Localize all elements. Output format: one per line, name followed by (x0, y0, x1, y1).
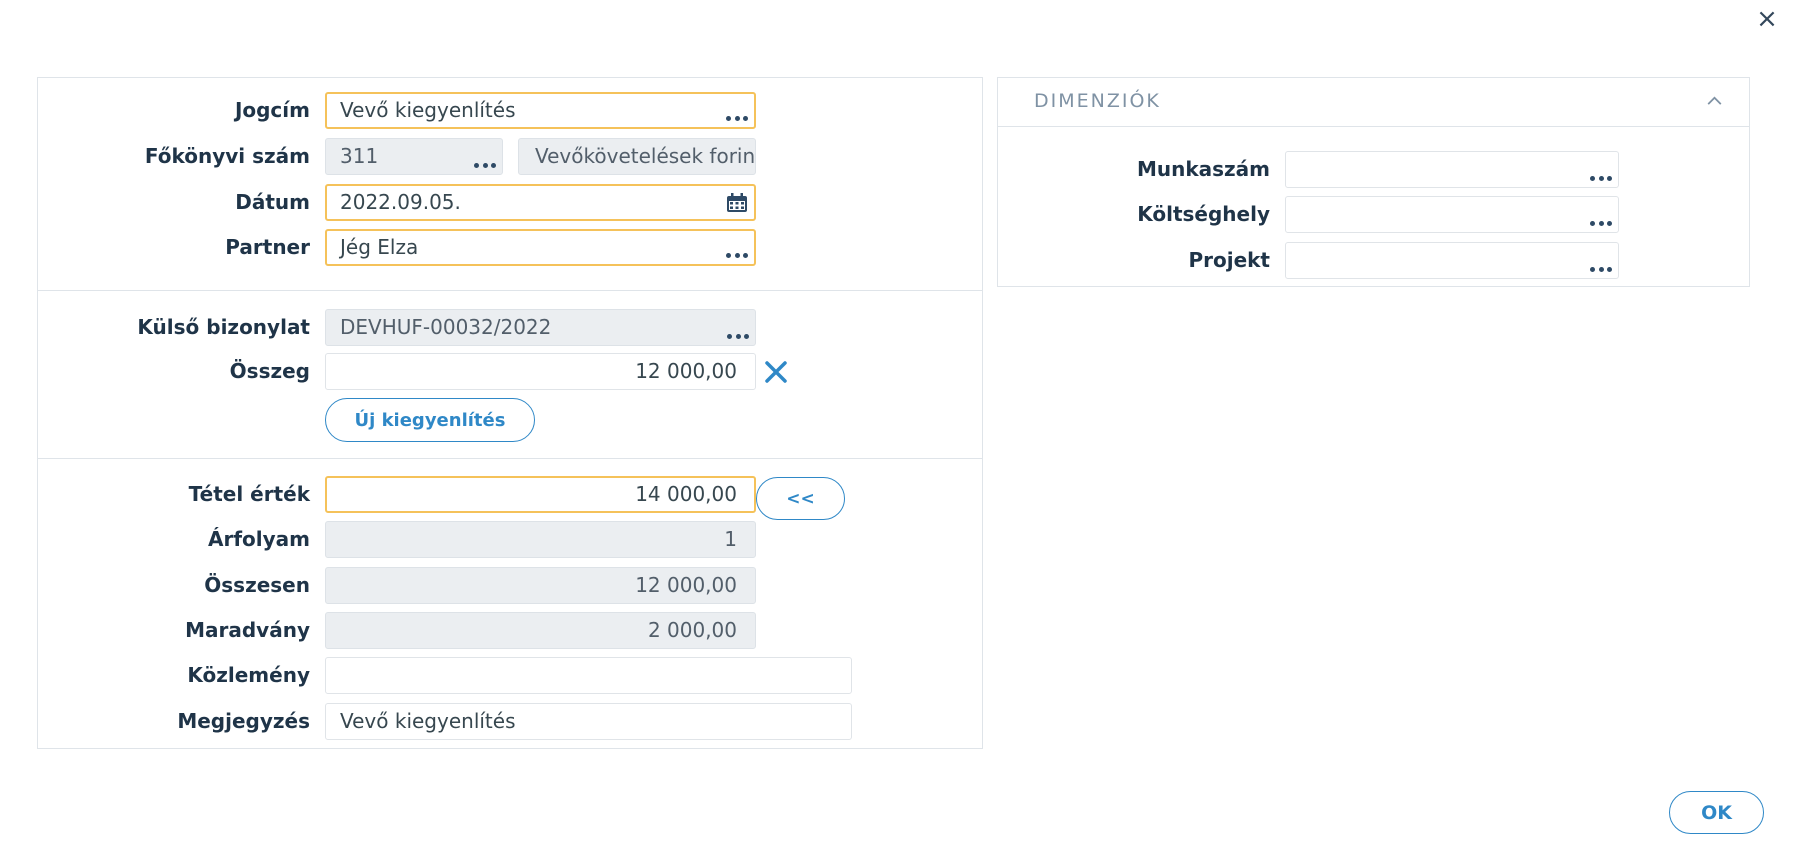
osszesen-value: 12 000,00 (635, 573, 737, 597)
kulso-label: Külső bizonylat (137, 315, 310, 339)
megjegyzes-field[interactable]: Vevő kiegyenlítés (325, 703, 852, 740)
jogcim-label: Jogcím (234, 98, 310, 122)
more-icon[interactable] (727, 333, 749, 339)
more-icon[interactable] (1590, 220, 1612, 226)
chevron-up-icon[interactable] (1707, 96, 1722, 105)
datum-label: Dátum (235, 190, 310, 214)
tetel-field[interactable]: 14 000,00 (325, 476, 756, 513)
close-icon[interactable]: × (1754, 4, 1780, 34)
megjegyzes-value: Vevő kiegyenlítés (340, 709, 516, 733)
osszesen-label: Összesen (204, 573, 310, 597)
section-divider (38, 458, 982, 459)
fokonyvi-field[interactable]: 311 (325, 138, 503, 175)
jogcim-field[interactable]: Vevő kiegyenlítés (325, 92, 756, 129)
projekt-label: Projekt (1188, 248, 1270, 272)
fokonyvi-label: Főkönyvi szám (144, 144, 310, 168)
kozlemeny-field[interactable] (325, 657, 852, 694)
partner-field[interactable]: Jég Elza (325, 229, 756, 266)
kozlemeny-label: Közlemény (187, 663, 310, 687)
koltseghely-field[interactable] (1285, 196, 1619, 233)
jogcim-value: Vevő kiegyenlítés (340, 98, 516, 122)
ok-button[interactable]: OK (1669, 791, 1764, 834)
fokonyvi-name-value: Vevőkövetelések forin (535, 144, 756, 168)
clear-icon[interactable] (764, 360, 788, 384)
more-icon[interactable] (726, 252, 748, 258)
datum-field[interactable]: 2022.09.05. (325, 184, 756, 221)
more-icon[interactable] (1590, 175, 1612, 181)
fokonyvi-value: 311 (340, 144, 379, 168)
section-divider (38, 290, 982, 291)
arfolyam-label: Árfolyam (207, 527, 310, 551)
fokonyvi-name-field: Vevőkövetelések forin (518, 138, 756, 175)
dimensions-header-divider (998, 126, 1749, 127)
partner-value: Jég Elza (340, 235, 419, 259)
koltseghely-label: Költséghely (1137, 202, 1270, 226)
osszeg-field[interactable]: 12 000,00 (325, 353, 756, 390)
more-icon[interactable] (726, 115, 748, 121)
calendar-icon[interactable] (726, 193, 748, 213)
more-icon[interactable] (1590, 266, 1612, 272)
tetel-value: 14 000,00 (635, 482, 737, 506)
new-settlement-button[interactable]: Új kiegyenlítés (325, 398, 535, 442)
kulso-field[interactable]: DEVHUF-00032/2022 (325, 309, 756, 346)
maradvany-field: 2 000,00 (325, 612, 756, 649)
partner-label: Partner (225, 235, 310, 259)
arfolyam-field: 1 (325, 521, 756, 558)
more-icon[interactable] (474, 162, 496, 168)
tetel-label: Tétel érték (188, 482, 310, 506)
osszesen-field: 12 000,00 (325, 567, 756, 604)
maradvany-value: 2 000,00 (647, 618, 737, 642)
osszeg-label: Összeg (229, 359, 310, 383)
arfolyam-value: 1 (724, 527, 737, 551)
maradvany-label: Maradvány (185, 618, 310, 642)
osszeg-value: 12 000,00 (635, 359, 737, 383)
datum-value: 2022.09.05. (340, 190, 461, 214)
copy-value-button[interactable]: << (756, 477, 845, 520)
projekt-field[interactable] (1285, 242, 1619, 279)
megjegyzes-label: Megjegyzés (177, 709, 310, 733)
munkaszam-label: Munkaszám (1136, 157, 1270, 181)
dimensions-title[interactable]: DIMENZIÓK (1034, 90, 1161, 112)
munkaszam-field[interactable] (1285, 151, 1619, 188)
kulso-value: DEVHUF-00032/2022 (340, 315, 552, 339)
